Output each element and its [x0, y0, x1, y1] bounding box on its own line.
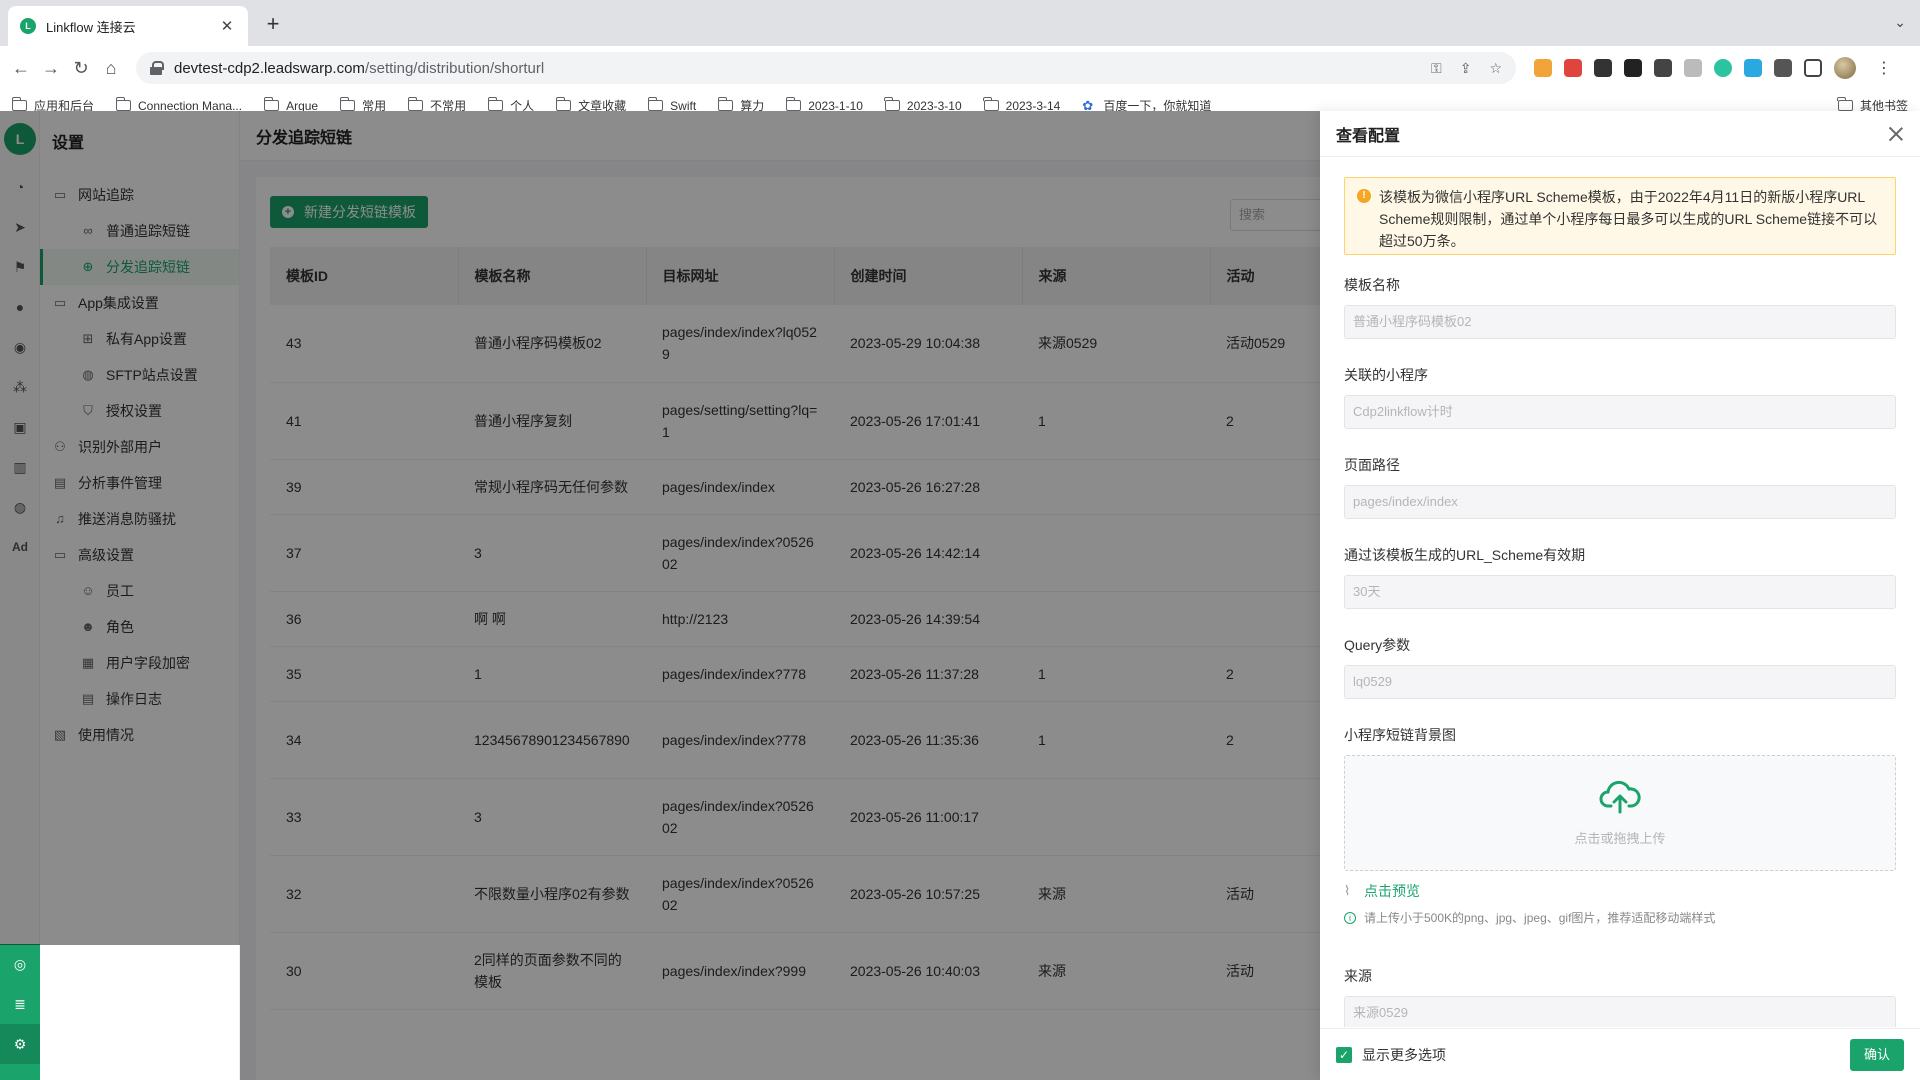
folder-icon [647, 97, 664, 111]
show-more-label[interactable]: 显示更多选项 [1362, 1045, 1446, 1065]
extension-icon[interactable] [1624, 59, 1642, 77]
image-upload-dropzone[interactable]: 点击或拖拽上传 [1344, 755, 1896, 871]
folder-icon [407, 97, 424, 111]
field-label: 来源 [1344, 968, 1372, 984]
warning-icon: ! [1357, 189, 1371, 203]
validity-field[interactable]: 30天 [1344, 575, 1896, 609]
confirm-button[interactable]: 确认 [1849, 1039, 1904, 1071]
warning-alert: ! 该模板为微信小程序URL Scheme模板，由于2022年4月11日的新版小… [1344, 177, 1896, 255]
folder-icon [263, 97, 280, 111]
home-icon[interactable]: ⌂ [96, 58, 126, 79]
drawer-header: 查看配置 [1320, 111, 1920, 157]
rail-bottom: ◎ ≣ ⚙ [0, 944, 40, 1080]
preview-link[interactable]: ⌇ 点击预览 [1344, 881, 1896, 901]
modal-mask[interactable] [240, 111, 1320, 1080]
integration-icon[interactable]: ◎ [0, 944, 40, 984]
back-icon[interactable]: ← [6, 58, 36, 79]
folder-icon [11, 97, 27, 111]
new-tab-icon[interactable]: + [260, 12, 286, 38]
extension-icon[interactable] [1534, 59, 1552, 77]
folder-icon [555, 97, 572, 111]
extension-icon[interactable] [1564, 59, 1582, 77]
miniprogram-field[interactable]: Cdp2linkflow计时 [1344, 395, 1896, 429]
folder-icon [717, 97, 734, 111]
upload-tip: i 请上传小于500K的png、jpg、jpeg、gif图片，推荐适配移动端样式 [1344, 909, 1896, 926]
close-icon[interactable] [1888, 125, 1904, 141]
tab-search-chevron-icon[interactable]: ⌄ [1894, 14, 1906, 31]
browser-tabbar: L Linkflow 连接云 ✕ + ⌄ [0, 0, 1920, 46]
extension-icon[interactable] [1654, 59, 1672, 77]
lock-icon[interactable] [150, 61, 164, 75]
page-path-field[interactable]: pages/index/index [1344, 485, 1896, 519]
source-field[interactable]: 来源0529 [1344, 996, 1896, 1027]
template-name-field[interactable]: 普通小程序码模板02 [1344, 305, 1896, 339]
browser-toolbar: ← → ↻ ⌂ devtest-cdp2.leadswarp.com/setti… [0, 46, 1920, 90]
forward-icon[interactable]: → [36, 58, 66, 79]
drawer-title: 查看配置 [1336, 127, 1401, 145]
share-icon[interactable]: ⇪ [1460, 60, 1472, 77]
url-text[interactable]: devtest-cdp2.leadswarp.com/setting/distr… [174, 60, 1431, 77]
linkflow-favicon-icon: L [20, 18, 36, 34]
config-drawer: 查看配置 ! 该模板为微信小程序URL Scheme模板，由于2022年4月11… [1320, 111, 1920, 1080]
folder-icon [785, 97, 802, 111]
warning-text: 该模板为微信小程序URL Scheme模板，由于2022年4月11日的新版小程序… [1379, 189, 1878, 249]
extension-icon[interactable] [1744, 59, 1762, 77]
drawer-body: ! 该模板为微信小程序URL Scheme模板，由于2022年4月11日的新版小… [1320, 157, 1920, 1027]
key-icon[interactable]: ⚿ [1431, 60, 1442, 77]
star-icon[interactable]: ☆ [1489, 60, 1502, 77]
menu-icon[interactable]: ⋮ [1876, 58, 1892, 78]
paperclip-icon: ⌇ [1344, 883, 1351, 898]
extension-icon[interactable] [1714, 59, 1732, 77]
settings-gear-icon[interactable]: ⚙ [0, 1024, 40, 1064]
modal-mask-sidebar[interactable] [0, 111, 240, 945]
folder-icon [1837, 97, 1853, 111]
field-label: 页面路径 [1344, 457, 1400, 473]
field-label: 通过该模板生成的URL_Scheme有效期 [1344, 547, 1586, 563]
extension-icon[interactable] [1684, 59, 1702, 77]
tab-close-icon[interactable]: ✕ [218, 17, 236, 35]
puzzle-icon[interactable] [1774, 59, 1792, 77]
query-field[interactable]: lq0529 [1344, 665, 1896, 699]
folder-icon [884, 97, 900, 111]
browser-tab[interactable]: L Linkflow 连接云 ✕ [8, 6, 248, 46]
folder-icon [487, 97, 504, 111]
info-icon: i [1344, 911, 1356, 924]
folder-icon [339, 97, 356, 111]
database-icon[interactable]: ≣ [0, 984, 40, 1024]
cloud-upload-icon [1599, 780, 1641, 813]
upload-hint: 点击或拖拽上传 [1574, 830, 1666, 846]
extension-icon[interactable] [1594, 59, 1612, 77]
field-label: 关联的小程序 [1344, 367, 1428, 383]
tab-title: Linkflow 连接云 [46, 19, 136, 35]
field-label: Query参数 [1344, 637, 1411, 653]
reload-icon[interactable]: ↻ [66, 58, 96, 79]
field-label: 模板名称 [1344, 277, 1400, 293]
show-more-checkbox[interactable]: ✓ [1336, 1046, 1352, 1063]
folder-icon [983, 97, 999, 111]
profile-avatar[interactable] [1834, 57, 1856, 79]
drawer-footer: ✓ 显示更多选项 确认 [1320, 1028, 1920, 1080]
field-label: 小程序短链背景图 [1344, 727, 1456, 743]
folder-icon [115, 97, 132, 111]
sidepanel-icon[interactable] [1804, 59, 1822, 77]
address-bar[interactable]: devtest-cdp2.leadswarp.com/setting/distr… [136, 52, 1516, 84]
